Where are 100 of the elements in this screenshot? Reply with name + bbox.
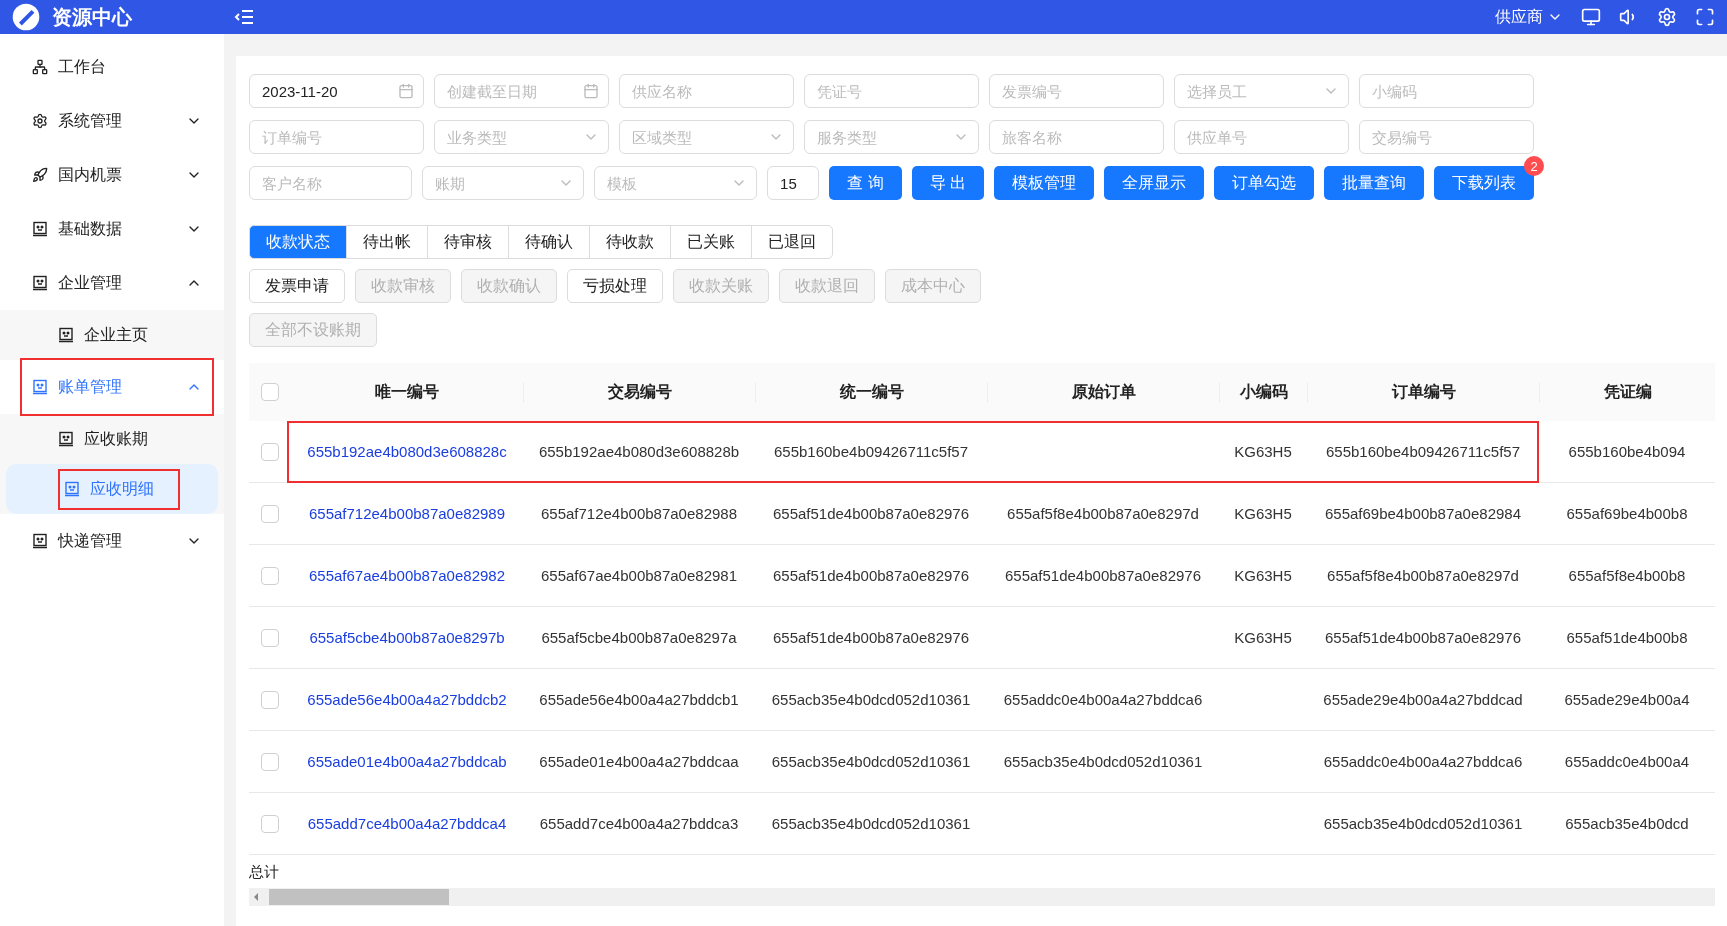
status-tab[interactable]: 已关账 xyxy=(670,225,752,259)
table-cell: 655af69be4b00b8 xyxy=(1566,505,1688,522)
table-cell: 655af51de4b00b87a0e82976 xyxy=(772,567,969,584)
select-field[interactable]: 区域类型 xyxy=(619,120,794,154)
select-field[interactable]: 模板 xyxy=(594,166,758,200)
id-link[interactable]: 655af67ae4b00b87a0e82982 xyxy=(308,567,505,584)
id-link[interactable]: 655af5cbe4b00b87a0e8297b xyxy=(309,629,505,646)
total-label: 总计 xyxy=(249,863,279,880)
table-cell: 655acb35e4b0dcd052d10361 xyxy=(771,815,971,832)
table-cell: 655ade01e4b00a4a27bddcaa xyxy=(539,753,739,770)
action-button[interactable]: 查 询 xyxy=(829,166,902,200)
table-cell: 655add7ce4b00a4a27bddca3 xyxy=(539,815,739,832)
input-field[interactable]: 发票编号 xyxy=(989,74,1164,108)
monitor-icon[interactable] xyxy=(1581,7,1601,27)
column-header: 唯一编号 xyxy=(375,382,439,400)
panel-icon xyxy=(58,327,74,343)
action-button[interactable]: 导 出 xyxy=(911,166,984,200)
table-cell: 655acb35e4b0dcd052d10361 xyxy=(771,753,971,770)
select-all-checkbox[interactable] xyxy=(261,383,279,401)
table-cell: 655b160be4b09426711c5f57 xyxy=(773,443,969,460)
table-cell: 655af69be4b00b87a0e82984 xyxy=(1324,505,1521,522)
calendar-icon xyxy=(398,83,414,99)
action-button[interactable]: 批量查询 xyxy=(1324,166,1424,200)
table-cell: 655af51de4b00b8 xyxy=(1566,629,1688,646)
column-header: 交易编号 xyxy=(607,382,672,400)
action-button[interactable]: 全屏显示 xyxy=(1104,166,1204,200)
panel-icon xyxy=(58,431,74,447)
date-field[interactable]: 2023-11-20 xyxy=(249,74,424,108)
input-field[interactable]: 供应单号 xyxy=(1174,120,1349,154)
role-dropdown[interactable]: 供应商 xyxy=(1495,6,1563,28)
column-header: 原始订单 xyxy=(1071,382,1136,400)
count-badge: 2 xyxy=(1524,156,1544,176)
row-checkbox[interactable] xyxy=(261,814,279,833)
input-field[interactable]: 客户名称 xyxy=(249,166,412,200)
row-checkbox[interactable] xyxy=(261,752,279,771)
row-checkbox[interactable] xyxy=(261,504,279,523)
select-field[interactable]: 服务类型 xyxy=(804,120,979,154)
select-field[interactable]: 选择员工 xyxy=(1174,74,1349,108)
table-cell: 655af5f8e4b00b8 xyxy=(1568,567,1686,584)
calendar-icon xyxy=(583,83,599,99)
operation-button[interactable]: 亏损处理 xyxy=(567,269,663,303)
table-cell: 655ade56e4b00a4a27bddcb1 xyxy=(539,691,739,708)
row-checkbox[interactable] xyxy=(261,628,279,647)
action-button[interactable]: 订单勾选 xyxy=(1214,166,1314,200)
settings-icon[interactable] xyxy=(1657,7,1677,27)
table-cell: 655addc0e4b00a4 xyxy=(1564,753,1690,770)
id-link[interactable]: 655add7ce4b00a4a27bddca4 xyxy=(307,815,507,832)
table-cell: 655af51de4b00b87a0e82976 xyxy=(1324,629,1521,646)
table-cell: KG63H5 xyxy=(1234,629,1292,646)
operation-button[interactable]: 发票申请 xyxy=(249,269,345,303)
fullscreen-icon[interactable] xyxy=(1695,7,1715,27)
id-link[interactable]: 655af712e4b00b87a0e82989 xyxy=(308,505,505,522)
input-field[interactable]: 凭证号 xyxy=(804,74,979,108)
input-field[interactable]: 旅客名称 xyxy=(989,120,1164,154)
action-button[interactable]: 模板管理 xyxy=(994,166,1094,200)
row-checkbox[interactable] xyxy=(261,442,279,461)
table-cell: 655af5cbe4b00b87a0e8297a xyxy=(541,629,737,646)
column-header: 统一编号 xyxy=(839,382,904,400)
input-field[interactable]: 交易编号 xyxy=(1359,120,1534,154)
table-cell: 655addc0e4b00a4a27bddca6 xyxy=(1003,691,1203,708)
sidebar-subitem[interactable]: 应收明细 xyxy=(6,464,218,514)
panel-icon xyxy=(64,481,80,497)
sitemap-icon xyxy=(32,59,48,75)
table-cell: 655af51de4b00b87a0e82976 xyxy=(772,629,969,646)
id-link[interactable]: 655b192ae4b080d3e608828c xyxy=(307,443,507,460)
input-field[interactable]: 供应名称 xyxy=(619,74,794,108)
panel-icon xyxy=(32,379,48,395)
table-cell: 655addc0e4b00a4a27bddca6 xyxy=(1323,753,1523,770)
status-tab[interactable]: 待确认 xyxy=(508,225,590,259)
id-link[interactable]: 655ade56e4b00a4a27bddcb2 xyxy=(307,691,507,708)
table-cell: KG63H5 xyxy=(1234,567,1292,584)
id-link[interactable]: 655ade01e4b00a4a27bddcab xyxy=(307,753,507,770)
app-title: 资源中心 xyxy=(52,4,132,30)
panel-icon xyxy=(32,533,48,549)
sidebar-subitem[interactable]: 应收账期 xyxy=(6,414,218,464)
table-cell: KG63H5 xyxy=(1234,443,1292,460)
select-field[interactable]: 业务类型 xyxy=(434,120,609,154)
menu-fold-icon[interactable] xyxy=(234,9,254,25)
table-cell: 655b160be4b09426711c5f57 xyxy=(1325,443,1521,460)
status-tab[interactable]: 已退回 xyxy=(751,225,833,259)
status-tab[interactable]: 收款状态 xyxy=(249,225,347,259)
panel-icon xyxy=(32,221,48,237)
date-field[interactable]: 创建截至日期 xyxy=(434,74,609,108)
table-cell: 655af67ae4b00b87a0e82981 xyxy=(540,567,737,584)
status-tab[interactable]: 待收款 xyxy=(589,225,671,259)
table-cell: 655af51de4b00b87a0e82976 xyxy=(1004,567,1201,584)
column-header: 小编码 xyxy=(1239,382,1288,400)
status-tab[interactable]: 待审核 xyxy=(427,225,509,259)
input-field[interactable]: 订单编号 xyxy=(249,120,424,154)
status-tab[interactable]: 待出帐 xyxy=(346,225,428,259)
input-field[interactable]: 15 xyxy=(767,166,820,200)
table-cell: 655acb35e4b0dcd052d10361 xyxy=(771,691,971,708)
table-cell: 655ade29e4b00a4a27bddcad xyxy=(1323,691,1523,708)
select-field[interactable]: 账期 xyxy=(421,166,585,200)
logo-icon xyxy=(12,3,40,31)
row-checkbox[interactable] xyxy=(261,690,279,709)
column-header: 凭证编 xyxy=(1603,382,1652,400)
row-checkbox[interactable] xyxy=(261,566,279,585)
input-field[interactable]: 小编码 xyxy=(1359,74,1534,108)
table-cell: 655ade29e4b00a4 xyxy=(1564,691,1690,708)
